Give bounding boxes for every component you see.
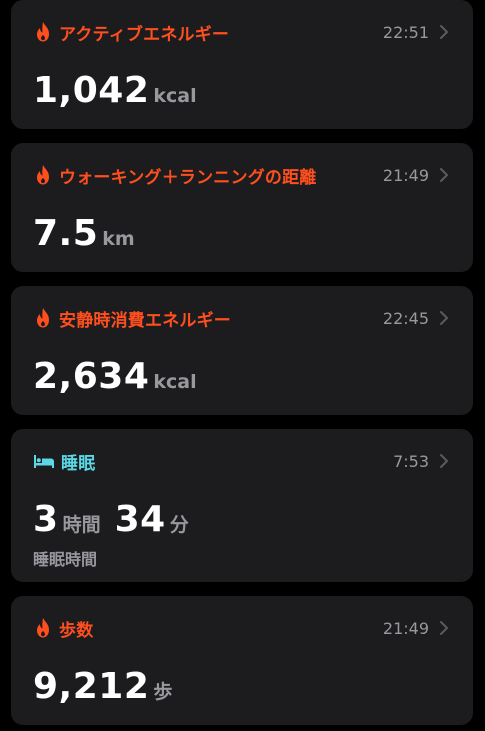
card-title: 歩数: [59, 620, 94, 641]
flame-icon: [37, 308, 49, 328]
bed-icon: [34, 455, 54, 468]
chevron-right-icon[interactable]: [439, 310, 449, 326]
card-header: 睡眠 7:53: [33, 449, 449, 474]
card-header: 安静時消費エネルギー 22:45: [33, 306, 449, 331]
card-timestamp: 21:49: [382, 165, 429, 185]
card-timestamp: 21:49: [382, 618, 429, 638]
metric-value: 9,212: [33, 666, 150, 707]
value-row: 2,634 kcal: [33, 356, 197, 397]
card-timestamp: 22:51: [382, 22, 429, 42]
card-header: 歩数 21:49: [33, 616, 449, 641]
card-title: 睡眠: [61, 453, 96, 474]
card-timestamp: 22:45: [382, 308, 429, 328]
sleep-duration-label: 睡眠時間: [33, 550, 98, 569]
card-header: アクティブエネルギー 22:51: [33, 20, 449, 45]
card-title: 安静時消費エネルギー: [59, 310, 231, 331]
resting-energy-card[interactable]: 安静時消費エネルギー 22:45 2,634 kcal: [11, 286, 473, 415]
metric-value: 7.5: [33, 213, 99, 254]
sleep-minutes-unit: 分: [169, 514, 189, 536]
card-title: アクティブエネルギー: [59, 24, 230, 45]
value-row: 1,042 kcal: [33, 70, 197, 111]
steps-card[interactable]: 歩数 21:49 9,212 歩: [11, 596, 473, 725]
metric-unit: kcal: [153, 85, 197, 107]
value-row: 9,212 歩: [33, 666, 172, 707]
card-title: ウォーキング＋ランニングの距離: [59, 167, 317, 188]
metric-unit: 歩: [153, 681, 173, 703]
value-row: 3 時間 34 分: [33, 499, 189, 540]
flame-icon: [37, 165, 49, 185]
flame-icon: [37, 22, 49, 42]
metric-unit: km: [102, 228, 135, 250]
chevron-right-icon[interactable]: [439, 620, 449, 636]
card-timestamp: 7:53: [393, 451, 429, 471]
metric-value: 2,634: [33, 356, 150, 397]
sleep-hours-value: 3: [33, 499, 59, 540]
card-header: ウォーキング＋ランニングの距離 21:49: [33, 163, 449, 188]
metric-value: 1,042: [33, 70, 150, 111]
chevron-right-icon[interactable]: [439, 167, 449, 183]
active-energy-card[interactable]: アクティブエネルギー 22:51 1,042 kcal: [11, 0, 473, 129]
walking-running-distance-card[interactable]: ウォーキング＋ランニングの距離 21:49 7.5 km: [11, 143, 473, 272]
metric-unit: kcal: [153, 371, 197, 393]
sleep-minutes-value: 34: [114, 499, 166, 540]
flame-icon: [37, 618, 49, 638]
sleep-card[interactable]: 睡眠 7:53 3 時間 34 分 睡眠時間: [11, 429, 473, 582]
sleep-hours-unit: 時間: [62, 514, 101, 536]
chevron-right-icon[interactable]: [439, 24, 449, 40]
value-row: 7.5 km: [33, 213, 135, 254]
chevron-right-icon[interactable]: [439, 453, 449, 469]
